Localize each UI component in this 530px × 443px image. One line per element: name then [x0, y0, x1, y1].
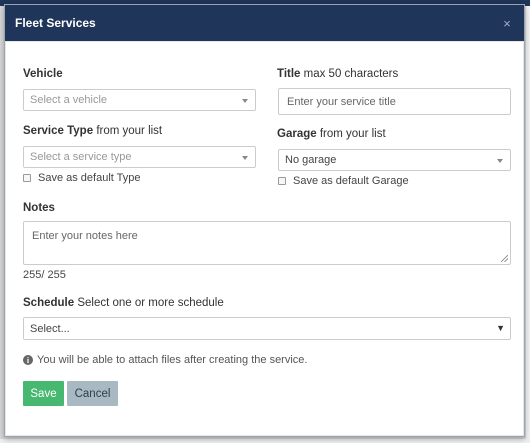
chevron-down-icon	[242, 156, 248, 160]
title-input[interactable]: Enter your service title	[278, 88, 511, 115]
garage-label: Garage from your list	[277, 128, 386, 140]
vehicle-select-placeholder: Select a vehicle	[30, 94, 108, 106]
chevron-down-icon	[242, 99, 248, 103]
background-right-edge	[526, 6, 530, 443]
default-type-row: Save as default Type	[23, 172, 141, 184]
close-icon[interactable]: ×	[500, 16, 514, 31]
vehicle-label: Vehicle	[23, 68, 63, 80]
service-type-placeholder: Select a service type	[30, 151, 132, 163]
title-hint: max 50 characters	[303, 68, 399, 80]
default-garage-checkbox[interactable]	[278, 177, 286, 185]
schedule-label: Schedule Select one or more schedule	[23, 297, 224, 309]
modal-header: Fleet Services ×	[5, 5, 524, 41]
info-icon: i	[23, 355, 33, 365]
notes-counter: 255/ 255	[23, 269, 66, 281]
modal-title: Fleet Services	[15, 16, 96, 30]
resize-grip-icon[interactable]	[501, 255, 508, 262]
title-label: Title max 50 characters	[277, 68, 399, 80]
info-text: You will be able to attach files after c…	[37, 354, 308, 366]
caret-down-icon: ▼	[496, 323, 505, 333]
background-bottom-edge	[0, 439, 530, 443]
service-type-hint: from your list	[96, 125, 163, 137]
default-type-label: Save as default Type	[38, 172, 141, 184]
default-type-checkbox[interactable]	[23, 174, 31, 182]
garage-hint: from your list	[319, 128, 386, 140]
title-input-placeholder: Enter your service title	[287, 95, 396, 108]
vehicle-select[interactable]: Select a vehicle	[23, 89, 256, 111]
info-message: i You will be able to attach files after…	[23, 354, 307, 366]
default-garage-label: Save as default Garage	[293, 175, 409, 187]
notes-placeholder: Enter your notes here	[32, 230, 138, 242]
cancel-button[interactable]: Cancel	[67, 381, 118, 406]
chevron-down-icon	[497, 159, 503, 163]
default-garage-row: Save as default Garage	[278, 175, 409, 187]
service-type-label: Service Type from your list	[23, 125, 163, 137]
fleet-services-modal: Fleet Services × Vehicle Select a vehicl…	[4, 4, 525, 437]
schedule-select-value: Select...	[30, 322, 70, 335]
save-button[interactable]: Save	[23, 381, 64, 406]
service-type-select[interactable]: Select a service type	[23, 146, 256, 168]
schedule-select[interactable]: Select... ▼	[23, 317, 511, 340]
notes-textarea[interactable]: Enter your notes here	[23, 221, 511, 265]
garage-select[interactable]: No garage	[278, 149, 511, 171]
schedule-hint: Select one or more schedule	[77, 297, 224, 309]
notes-label: Notes	[23, 202, 55, 214]
modal-body: Vehicle Select a vehicle Title max 50 ch…	[5, 41, 524, 436]
garage-select-value: No garage	[285, 154, 337, 166]
